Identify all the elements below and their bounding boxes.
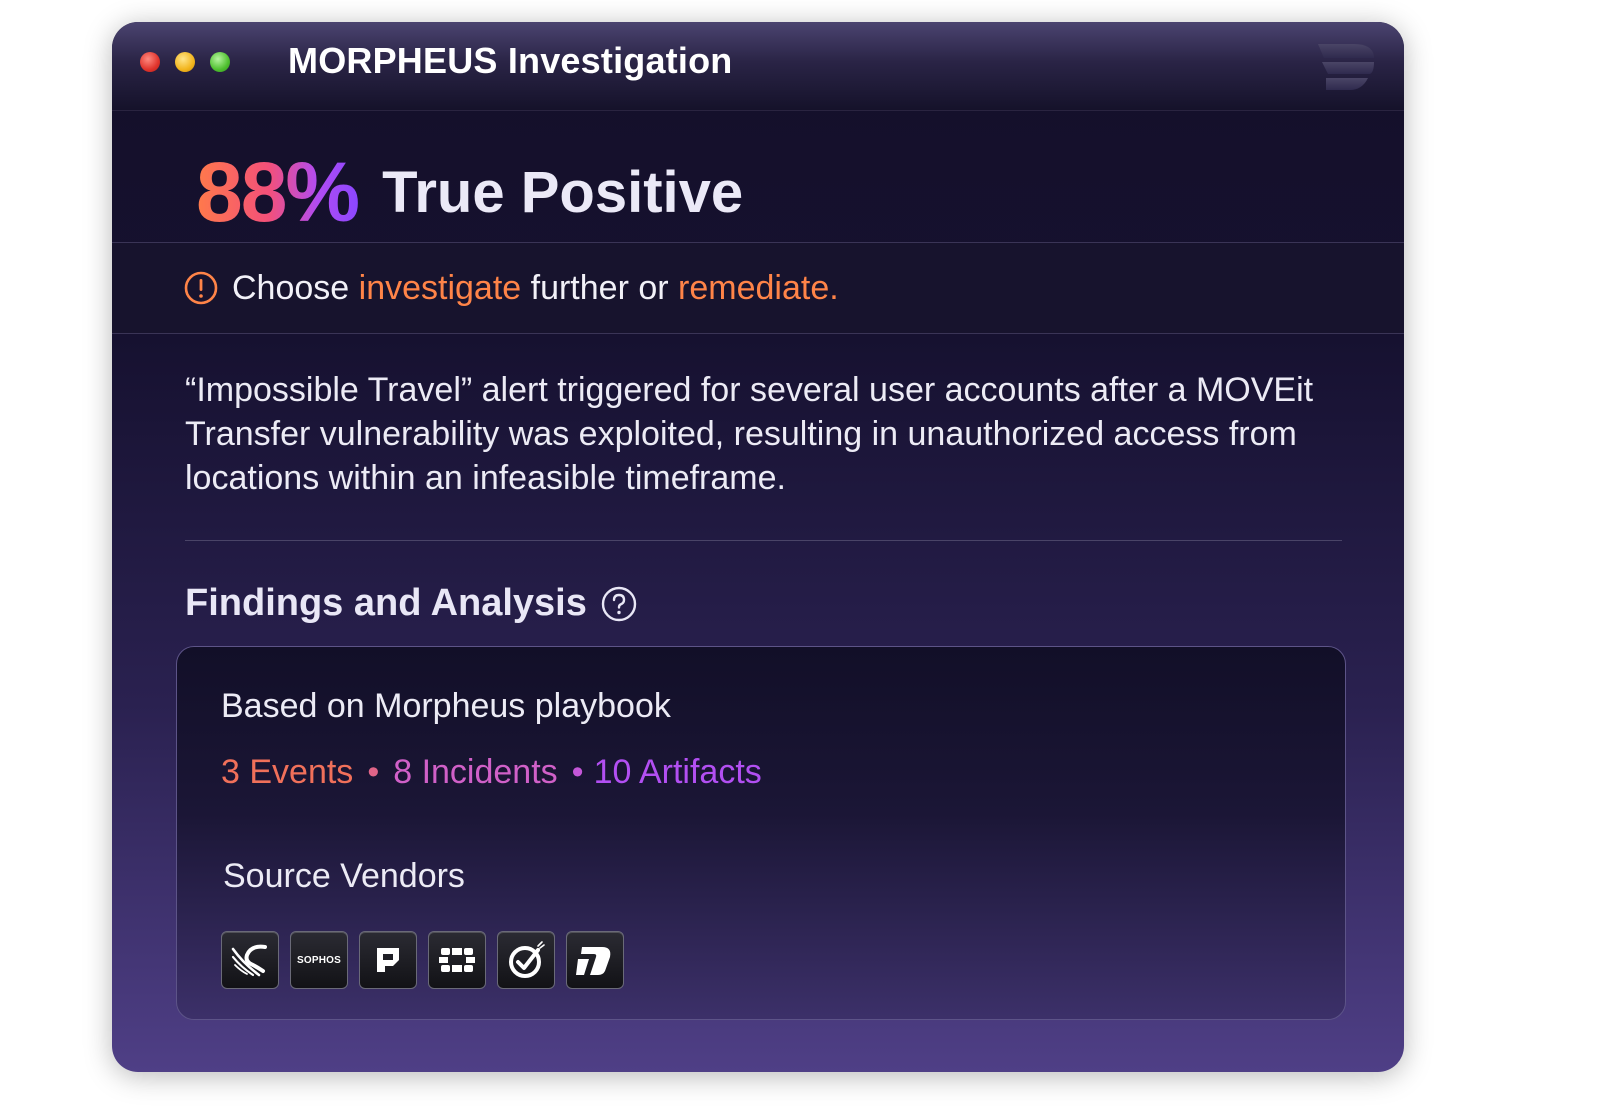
sophos-label: SOPHOS bbox=[297, 954, 341, 966]
vendor-sophos[interactable]: SOPHOS bbox=[290, 931, 348, 989]
stats-separator: • bbox=[571, 753, 584, 791]
zoom-window-button[interactable] bbox=[210, 52, 230, 72]
close-window-button[interactable] bbox=[140, 52, 160, 72]
vendor-d7[interactable] bbox=[566, 931, 624, 989]
divider bbox=[185, 540, 1342, 541]
vendor-crowdstrike[interactable] bbox=[221, 931, 279, 989]
incidents-count[interactable]: 8 Incidents bbox=[393, 753, 557, 791]
window-title: MORPHEUS Investigation bbox=[288, 40, 733, 81]
action-prompt-text: Choose investigate further or remediate. bbox=[232, 269, 839, 308]
d3-logo-icon bbox=[1318, 44, 1374, 90]
findings-stats: 3 Events • 8 Incidents • 10 Artifacts bbox=[221, 753, 762, 792]
vendor-paloalto[interactable] bbox=[359, 931, 417, 989]
investigate-link[interactable]: investigate bbox=[359, 269, 522, 307]
stats-separator: • bbox=[367, 753, 380, 791]
playbook-label: Based on Morpheus playbook bbox=[221, 687, 671, 725]
verdict-header: 88% True Positive bbox=[196, 132, 743, 252]
source-vendors-label: Source Vendors bbox=[223, 857, 465, 895]
minimize-window-button[interactable] bbox=[175, 52, 195, 72]
paloalto-icon bbox=[377, 948, 399, 972]
prompt-middle: further or bbox=[521, 268, 679, 307]
findings-card: Based on Morpheus playbook 3 Events • 8 In… bbox=[176, 646, 1346, 1020]
events-count[interactable]: 3 Events bbox=[221, 753, 353, 791]
vendor-check[interactable] bbox=[497, 931, 555, 989]
vendor-fortinet[interactable] bbox=[428, 931, 486, 989]
checkmark-vendor-icon bbox=[509, 941, 545, 978]
fortinet-icon bbox=[439, 948, 475, 972]
action-prompt-bar: Choose investigate further or remediate. bbox=[112, 242, 1404, 334]
alert-circle-icon bbox=[184, 271, 218, 305]
title-bar: MORPHEUS Investigation bbox=[112, 22, 1404, 111]
investigation-window: MORPHEUS Investigation 88% True Positive… bbox=[112, 22, 1404, 1072]
alert-description: “Impossible Travel” alert triggered for … bbox=[185, 371, 1314, 497]
prompt-prefix: Choose bbox=[232, 268, 359, 307]
confidence-score: 88% bbox=[196, 144, 360, 239]
d7-vendor-icon bbox=[576, 947, 611, 975]
vendor-list: SOPHOS bbox=[221, 931, 635, 989]
artifacts-count[interactable]: 10 Artifacts bbox=[594, 753, 762, 791]
verdict-label: True Positive bbox=[382, 159, 744, 225]
help-circle-icon[interactable] bbox=[601, 586, 637, 622]
findings-heading: Findings and Analysis bbox=[185, 582, 637, 625]
crowdstrike-icon bbox=[231, 944, 267, 977]
findings-title: Findings and Analysis bbox=[185, 582, 587, 624]
remediate-link[interactable]: remediate. bbox=[678, 269, 839, 307]
